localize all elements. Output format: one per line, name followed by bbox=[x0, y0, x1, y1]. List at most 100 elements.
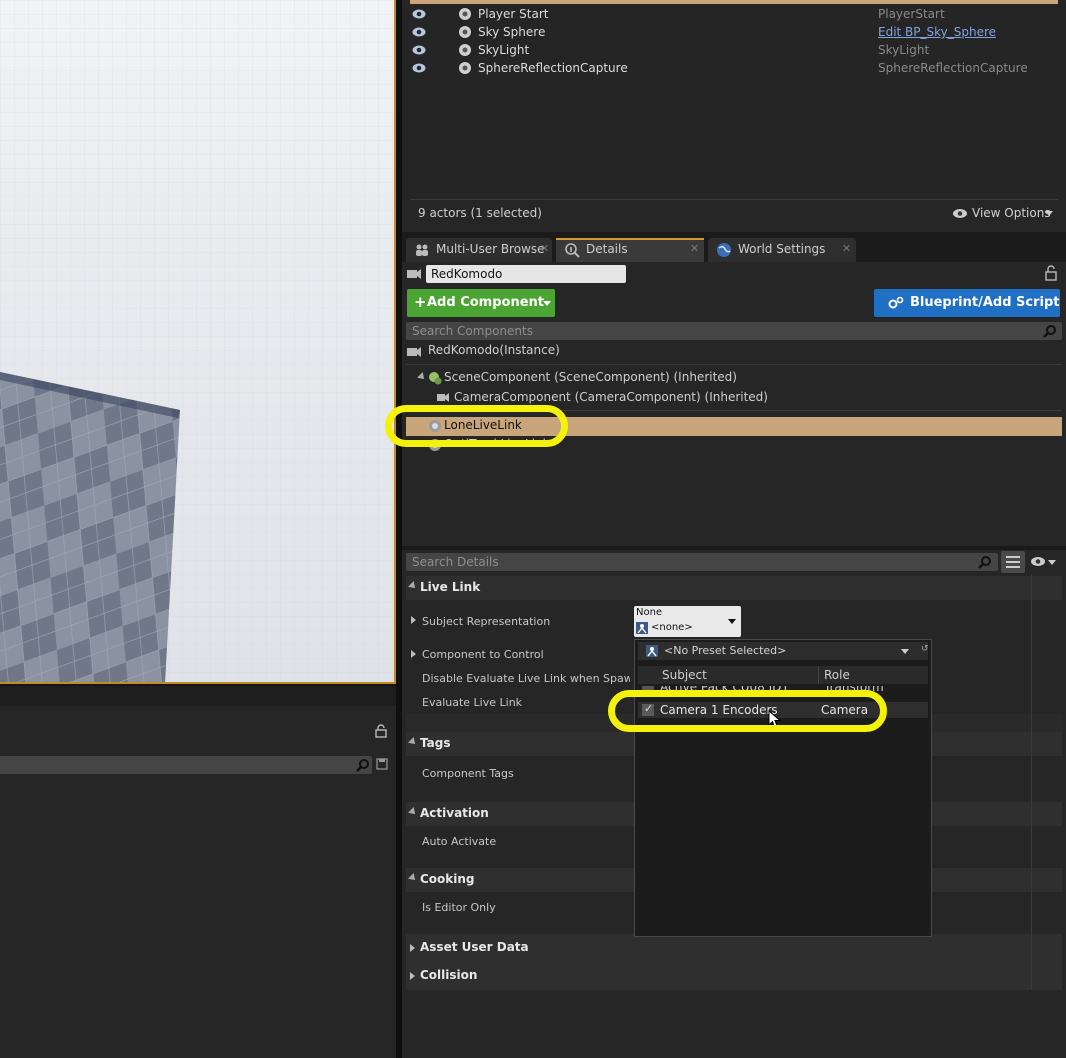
edit-blueprint-link[interactable]: Edit BP_Sky_Sphere bbox=[878, 25, 996, 39]
visibility-eye-icon[interactable] bbox=[412, 8, 426, 20]
actor-label: Sky Sphere bbox=[478, 25, 546, 39]
section-title: Cooking bbox=[420, 872, 475, 886]
splitter[interactable] bbox=[402, 546, 1066, 550]
property-label: Component Tags bbox=[422, 767, 514, 780]
expand-arrow-icon[interactable] bbox=[417, 372, 427, 382]
search-icon bbox=[1043, 325, 1056, 338]
expand-arrow-icon bbox=[410, 972, 415, 980]
scene-component-icon bbox=[429, 372, 442, 385]
subject-picker-popup: <No Preset Selected> ↺ Subject Role Acti… bbox=[634, 639, 932, 937]
lower-left-panel bbox=[0, 686, 396, 1058]
divider bbox=[410, 199, 1058, 200]
chevron-down-icon bbox=[728, 619, 736, 624]
blueprint-add-script-button[interactable]: Blueprint/Add Script bbox=[874, 289, 1060, 317]
section-asset-user-data[interactable]: Asset User Data bbox=[406, 934, 1062, 962]
eye-icon bbox=[1031, 557, 1045, 566]
save-icon[interactable] bbox=[376, 758, 388, 770]
outliner-row[interactable]: Player Start PlayerStart bbox=[410, 6, 1060, 24]
tab-world-settings[interactable]: World Settings ✕ bbox=[708, 238, 856, 262]
search-components-input[interactable]: Search Components bbox=[406, 322, 1062, 340]
subject-column-header[interactable]: Subject bbox=[662, 668, 707, 682]
actor-label: Player Start bbox=[478, 7, 549, 21]
close-icon[interactable]: ✕ bbox=[540, 242, 549, 255]
globe-icon bbox=[717, 243, 731, 257]
visibility-eye-icon[interactable] bbox=[412, 26, 426, 38]
role-column-header[interactable]: Role bbox=[824, 668, 850, 682]
plus-icon: + bbox=[414, 293, 427, 311]
actor-name-value: RedKomodo bbox=[431, 267, 503, 281]
lock-icon[interactable] bbox=[374, 724, 388, 738]
reset-icon[interactable]: ↺ bbox=[921, 644, 929, 654]
expand-arrow-icon bbox=[408, 873, 418, 883]
instance-label[interactable]: RedKomodo(Instance) bbox=[428, 343, 560, 357]
section-live-link[interactable]: Live Link bbox=[406, 576, 1062, 600]
add-component-button[interactable]: + Add Component bbox=[407, 289, 555, 317]
section-collision[interactable]: Collision bbox=[406, 962, 1062, 990]
visibility-eye-icon[interactable] bbox=[412, 44, 426, 56]
live-link-subject-icon bbox=[636, 622, 648, 634]
lock-icon[interactable] bbox=[1044, 265, 1058, 281]
divider bbox=[406, 364, 1062, 365]
section-title: Tags bbox=[420, 736, 451, 750]
actor-name-field[interactable]: RedKomodo bbox=[426, 265, 626, 283]
chevron-down-icon bbox=[1048, 560, 1056, 565]
tab-label: Multi-User Browse bbox=[436, 242, 545, 256]
search-icon bbox=[978, 556, 991, 569]
subject-representation-combo[interactable]: None <none> bbox=[634, 606, 741, 637]
component-camera[interactable]: CameraComponent (CameraComponent) (Inher… bbox=[454, 390, 768, 404]
eye-icon bbox=[953, 209, 967, 218]
column-splitter[interactable] bbox=[1031, 574, 1032, 990]
expand-arrow-icon bbox=[408, 581, 418, 591]
live-link-subject-icon bbox=[646, 645, 658, 657]
tab-multi-user-browser[interactable]: Multi-User Browse ✕ bbox=[406, 238, 552, 262]
section-title: Collision bbox=[420, 968, 478, 982]
property-label: Auto Activate bbox=[422, 835, 497, 848]
visibility-eye-icon[interactable] bbox=[412, 62, 426, 74]
close-icon[interactable]: ✕ bbox=[842, 242, 851, 255]
outliner-row[interactable]: Sky Sphere Edit BP_Sky_Sphere bbox=[410, 24, 1060, 42]
sphere-icon bbox=[459, 26, 471, 38]
section-title: Asset User Data bbox=[420, 940, 529, 954]
column-divider bbox=[818, 666, 819, 684]
preset-combo[interactable]: <No Preset Selected> ↺ bbox=[638, 642, 929, 660]
viewport-scene bbox=[0, 0, 394, 682]
right-panel: Player Start PlayerStart Sky Sphere Edit BP… bbox=[402, 0, 1066, 1058]
section-title: Activation bbox=[420, 806, 489, 820]
actor-icon bbox=[407, 347, 421, 357]
active-tab-indicator bbox=[556, 238, 704, 240]
outliner-row[interactable]: SkyLight SkyLight bbox=[410, 42, 1060, 60]
property-label: Subject Representation bbox=[422, 615, 551, 628]
expand-arrow-icon[interactable] bbox=[411, 650, 416, 658]
search-details-placeholder: Search Details bbox=[412, 555, 499, 569]
search-details-input[interactable]: Search Details bbox=[406, 553, 998, 571]
close-icon[interactable]: ✕ bbox=[690, 242, 699, 255]
property-label: Component to Control bbox=[422, 648, 544, 661]
lower-left-search-input[interactable] bbox=[0, 756, 372, 774]
property-label: Is Editor Only bbox=[422, 901, 496, 914]
camera-component-icon bbox=[437, 393, 449, 402]
column-header-row: Subject Role bbox=[638, 666, 928, 684]
section-title: Live Link bbox=[420, 580, 481, 594]
actor-type: SphereReflectionCapture bbox=[878, 61, 1028, 75]
outliner-row[interactable]: SphereReflectionCapture SphereReflectionC… bbox=[410, 60, 1060, 78]
chevron-down-icon bbox=[1045, 211, 1053, 216]
expand-arrow-icon bbox=[408, 737, 418, 747]
component-scene[interactable]: SceneComponent (SceneComponent) (Inherit… bbox=[444, 370, 737, 384]
expand-arrow-icon[interactable] bbox=[411, 616, 416, 624]
skylight-icon bbox=[459, 44, 471, 56]
property-label: Evaluate Live Link bbox=[422, 696, 523, 709]
actor-type: SkyLight bbox=[878, 43, 930, 57]
search-icon[interactable] bbox=[356, 758, 370, 772]
actor-count-status: 9 actors (1 selected) bbox=[418, 206, 542, 220]
actor-label: SkyLight bbox=[478, 43, 530, 57]
chevron-down-icon bbox=[901, 649, 909, 654]
blueprint-add-script-label: Blueprint/Add Script bbox=[910, 295, 1060, 310]
add-component-label: Add Component bbox=[427, 295, 544, 310]
property-matrix-button[interactable] bbox=[1001, 551, 1025, 573]
preset-label: <No Preset Selected> bbox=[664, 644, 787, 657]
expand-arrow-icon bbox=[408, 807, 418, 817]
tab-details[interactable]: Details ✕ bbox=[556, 238, 704, 262]
view-options-label: View Options bbox=[972, 206, 1051, 220]
level-viewport[interactable] bbox=[0, 0, 396, 684]
multi-user-icon bbox=[416, 244, 428, 256]
